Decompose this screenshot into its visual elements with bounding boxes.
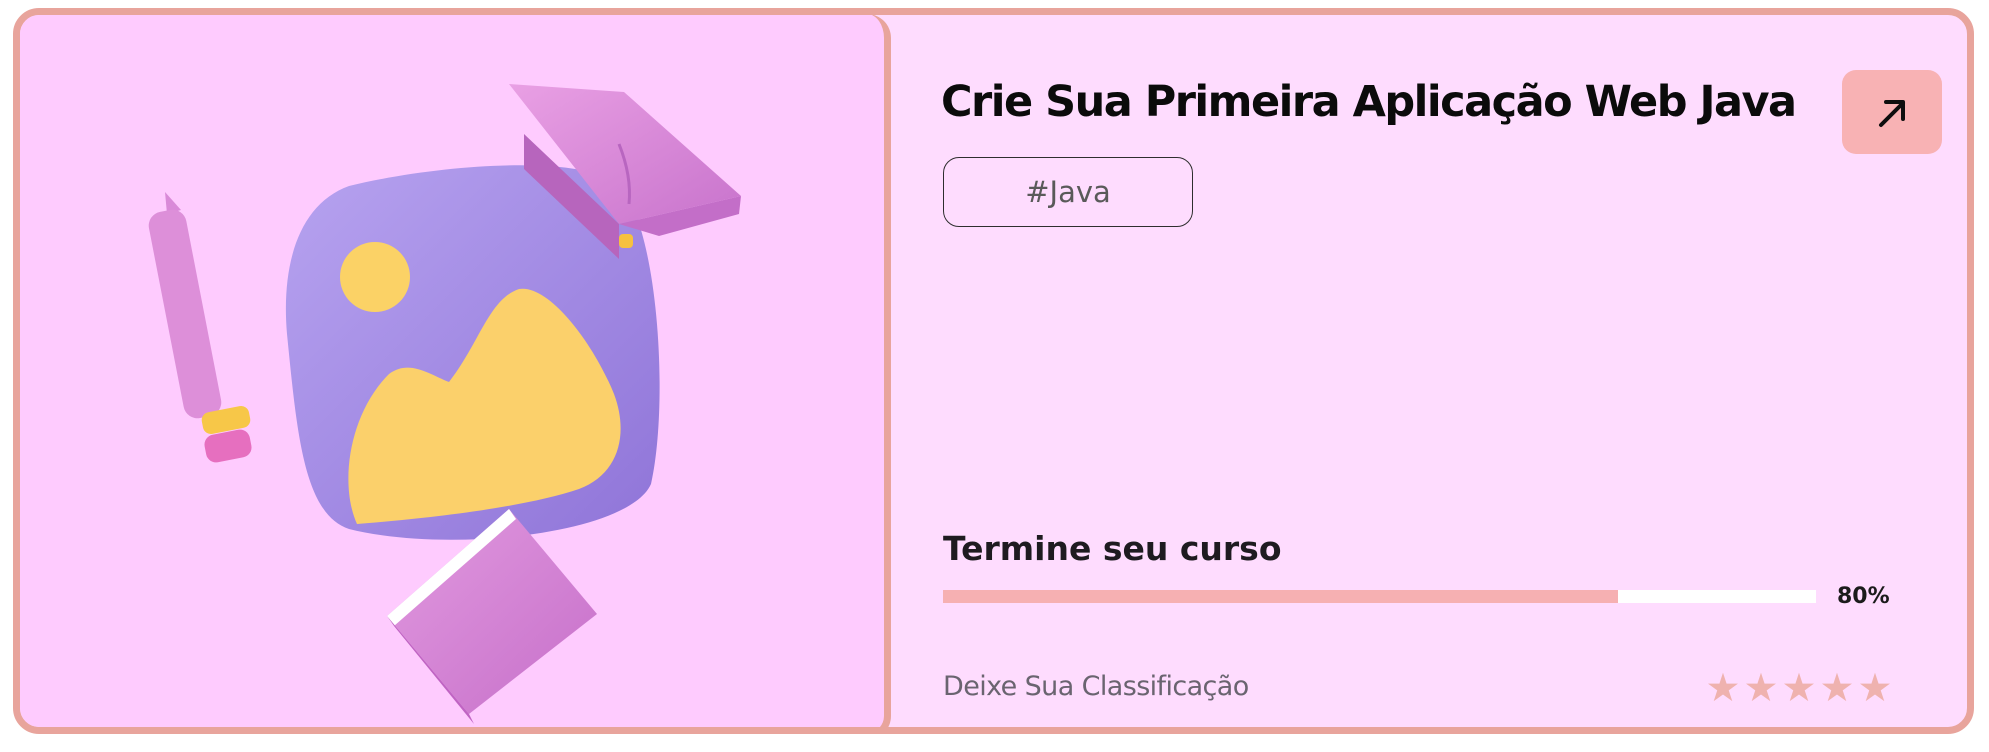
image-graduation-illustration	[148, 84, 741, 724]
pencil-icon	[148, 192, 252, 463]
progress-fill	[943, 590, 1618, 603]
course-card: Crie Sua Primeira Aplicação Web Java #Ja…	[13, 8, 1974, 734]
star-icon[interactable]: ★	[1819, 668, 1855, 710]
progress-percent: 80%	[1837, 584, 1890, 609]
star-rating: ★ ★ ★ ★ ★	[1705, 668, 1893, 710]
course-title: Crie Sua Primeira Aplicação Web Java	[941, 77, 1797, 127]
progress-label: Termine seu curso	[943, 529, 1282, 568]
rating-label: Deixe Sua Classificação	[943, 671, 1249, 702]
progress-bar	[943, 590, 1816, 603]
course-image-panel	[20, 15, 891, 727]
course-tag[interactable]: #Java	[943, 157, 1193, 227]
arrow-up-right-icon	[1879, 100, 1905, 127]
star-icon[interactable]: ★	[1743, 668, 1779, 710]
open-course-button[interactable]	[1842, 70, 1942, 154]
book-icon	[387, 509, 597, 724]
star-icon[interactable]: ★	[1705, 668, 1741, 710]
star-icon[interactable]: ★	[1781, 668, 1817, 710]
star-icon[interactable]: ★	[1857, 668, 1893, 710]
course-details: Crie Sua Primeira Aplicação Web Java #Ja…	[891, 15, 1967, 727]
